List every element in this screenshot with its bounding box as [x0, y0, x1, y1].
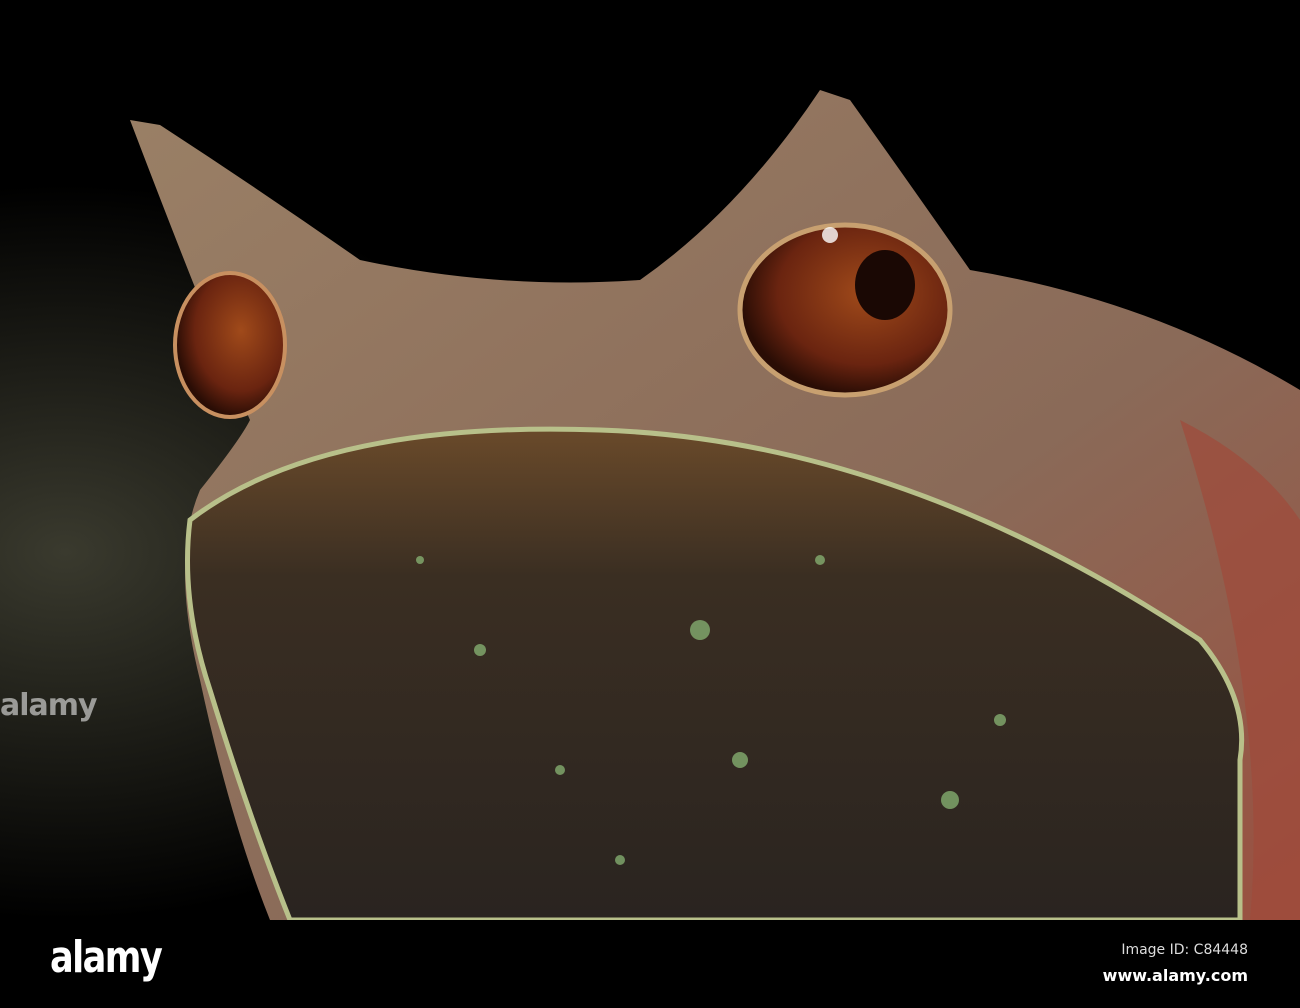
site-url: www.alamy.com: [1102, 966, 1248, 985]
alamy-logo: alamy: [50, 932, 163, 983]
frog-photo: [0, 0, 1300, 920]
right-eye: [737, 222, 953, 398]
watermark: alamy: [0, 688, 98, 723]
left-eye: [173, 271, 287, 419]
footer-bar: alamy Image ID: C84448 www.alamy.com: [0, 920, 1300, 1008]
image-id: Image ID: C84448: [1121, 942, 1248, 958]
